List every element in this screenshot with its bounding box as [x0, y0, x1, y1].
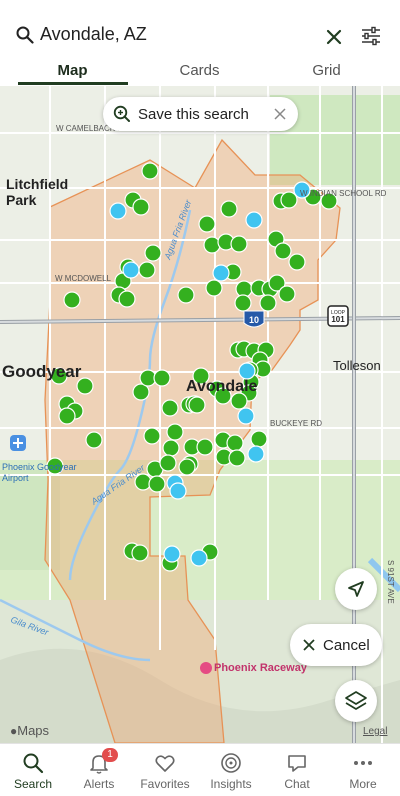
- insights-icon: [221, 753, 241, 773]
- clear-search-icon[interactable]: [323, 26, 345, 48]
- avondale-label: Avondale: [186, 378, 258, 395]
- nav-more[interactable]: More: [330, 744, 396, 796]
- svg-text:101: 101: [331, 315, 345, 324]
- listing-marker[interactable]: [278, 285, 296, 303]
- goodyear-label: Goodyear: [2, 362, 82, 381]
- chat-icon: [288, 755, 306, 772]
- listing-marker[interactable]: [141, 162, 159, 180]
- cancel-label: Cancel: [323, 637, 370, 654]
- listing-marker[interactable]: [205, 279, 223, 297]
- listing-marker[interactable]: [159, 454, 177, 472]
- listing-marker[interactable]: [143, 427, 161, 445]
- listing-marker[interactable]: [259, 294, 277, 312]
- listing-marker[interactable]: [144, 244, 162, 262]
- cancel-draw-button[interactable]: Cancel: [290, 624, 382, 666]
- listing-marker[interactable]: [118, 290, 136, 308]
- litchfield-park-label: Litchfield Park: [6, 176, 69, 208]
- more-icon: [354, 761, 372, 765]
- listing-marker[interactable]: [196, 438, 214, 456]
- listing-marker[interactable]: [220, 200, 238, 218]
- location-arrow-icon: [348, 581, 364, 597]
- listing-marker[interactable]: [230, 235, 248, 253]
- listing-marker[interactable]: [138, 261, 156, 279]
- nav-insights[interactable]: Insights: [198, 744, 264, 796]
- buckeye-label: BUCKEYE RD: [270, 419, 322, 428]
- listing-marker-viewed[interactable]: [169, 482, 187, 500]
- listing-marker[interactable]: [198, 215, 216, 233]
- listing-marker[interactable]: [203, 236, 221, 254]
- listing-marker[interactable]: [161, 399, 179, 417]
- legal-link[interactable]: Legal: [363, 726, 387, 737]
- listing-marker-viewed[interactable]: [238, 362, 256, 380]
- interstate-10-shield: 10: [243, 310, 265, 328]
- maps-attribution: ●Maps: [10, 723, 50, 738]
- listing-marker[interactable]: [132, 198, 150, 216]
- tolleson-label: Tolleson: [333, 358, 381, 373]
- listing-marker-viewed[interactable]: [212, 264, 230, 282]
- loop-101-shield: LOOP 101: [327, 305, 349, 327]
- nav-alerts[interactable]: 1 Alerts: [66, 744, 132, 796]
- listing-marker[interactable]: [162, 439, 180, 457]
- search-icon: [23, 753, 44, 774]
- nav-favorites[interactable]: Favorites: [132, 744, 198, 796]
- svg-text:10: 10: [249, 315, 259, 325]
- search-icon: [16, 26, 34, 44]
- listing-marker-viewed[interactable]: [245, 211, 263, 229]
- save-search-label: Save this search: [138, 106, 249, 123]
- alerts-badge: 1: [102, 748, 118, 762]
- tab-grid[interactable]: Grid: [260, 62, 393, 79]
- listing-marker[interactable]: [280, 191, 298, 209]
- listing-marker[interactable]: [228, 449, 246, 467]
- raceway-icon: [200, 662, 212, 674]
- listing-marker[interactable]: [234, 294, 252, 312]
- listing-marker[interactable]: [178, 458, 196, 476]
- filters-icon[interactable]: [360, 25, 382, 47]
- listing-marker[interactable]: [63, 291, 81, 309]
- listing-marker[interactable]: [153, 369, 171, 387]
- search-bar: Avondale, AZ: [0, 0, 400, 62]
- locate-me-button[interactable]: [335, 568, 377, 610]
- tab-map[interactable]: Map: [6, 62, 139, 79]
- mcdowell-label: W MCDOWELL: [55, 274, 112, 283]
- heart-icon: [155, 755, 175, 772]
- active-tab-indicator: [18, 82, 128, 85]
- listing-marker[interactable]: [166, 423, 184, 441]
- listing-marker[interactable]: [58, 407, 76, 425]
- airport-label: Phoenix Goodyear Airport: [2, 462, 77, 483]
- listing-marker-viewed[interactable]: [247, 445, 265, 463]
- listing-marker-viewed[interactable]: [190, 549, 208, 567]
- nav-chat[interactable]: Chat: [264, 744, 330, 796]
- save-search-button[interactable]: Save this search: [103, 97, 298, 131]
- listing-marker[interactable]: [250, 430, 268, 448]
- indian-school-label: W INDIAN SCHOOL RD: [300, 189, 387, 198]
- close-icon: [303, 639, 315, 651]
- dismiss-save-search-icon[interactable]: [273, 107, 287, 121]
- listing-marker-viewed[interactable]: [122, 261, 140, 279]
- phoenix-raceway-label: Phoenix Raceway: [214, 662, 307, 674]
- ave-91-label: S 91ST AVE: [386, 560, 395, 604]
- listing-marker[interactable]: [148, 475, 166, 493]
- listing-marker-viewed[interactable]: [237, 407, 255, 425]
- listing-marker[interactable]: [131, 544, 149, 562]
- listing-marker[interactable]: [188, 396, 206, 414]
- tab-cards[interactable]: Cards: [133, 62, 266, 79]
- layers-icon: [345, 691, 367, 710]
- nav-search[interactable]: Search: [0, 744, 66, 796]
- listing-marker-viewed[interactable]: [163, 545, 181, 563]
- map-layers-button[interactable]: [335, 680, 377, 722]
- listing-marker[interactable]: [288, 253, 306, 271]
- listing-marker[interactable]: [274, 242, 292, 260]
- bottom-navigation: Search 1 Alerts Favorites Insights Chat: [0, 743, 400, 796]
- listing-marker[interactable]: [85, 431, 103, 449]
- search-input[interactable]: Avondale, AZ: [40, 24, 147, 45]
- listing-marker-viewed[interactable]: [109, 202, 127, 220]
- listing-marker[interactable]: [226, 434, 244, 452]
- listing-marker[interactable]: [177, 286, 195, 304]
- save-search-icon: [113, 105, 130, 122]
